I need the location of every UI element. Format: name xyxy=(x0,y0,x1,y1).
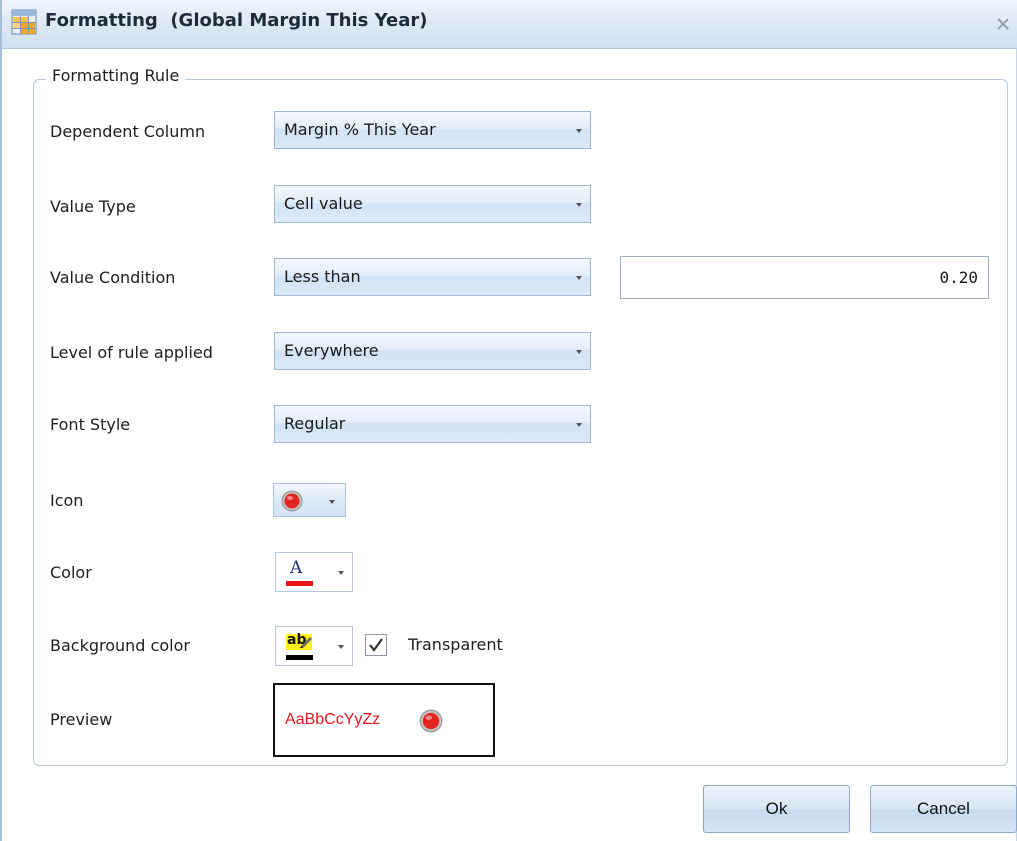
font-color-picker[interactable]: A xyxy=(275,552,353,592)
chevron-down-icon xyxy=(576,129,582,133)
formatting-dialog: Formatting (Global Margin This Year) For… xyxy=(0,0,1017,841)
dropdown-value: Cell value xyxy=(284,194,363,213)
table-format-icon xyxy=(11,9,37,35)
color-label: Color xyxy=(50,563,92,582)
transparent-checkbox[interactable] xyxy=(365,634,387,656)
background-color-swatch xyxy=(286,655,313,660)
checkmark-icon xyxy=(369,638,383,652)
font-style-label: Font Style xyxy=(50,415,131,434)
background-color-picker[interactable]: ab xyxy=(275,626,353,666)
background-color-label: Background color xyxy=(50,636,190,655)
font-color-glyph: A xyxy=(290,558,303,578)
title-bar[interactable]: Formatting (Global Margin This Year) xyxy=(2,0,1017,49)
ok-button[interactable]: Ok xyxy=(703,785,850,833)
preview-sample-text: AaBbCcYyZz xyxy=(285,711,381,728)
close-icon[interactable] xyxy=(993,14,1013,34)
level-of-rule-label: Level of rule applied xyxy=(50,343,213,362)
chevron-down-icon xyxy=(576,276,582,280)
icon-label: Icon xyxy=(50,491,84,510)
dropdown-value: Everywhere xyxy=(284,341,379,360)
dialog-title: Formatting (Global Margin This Year) xyxy=(45,10,428,31)
dropdown-value: Regular xyxy=(284,414,346,433)
value-type-dropdown[interactable]: Cell value xyxy=(274,185,591,223)
font-color-swatch xyxy=(286,581,313,586)
preview-label: Preview xyxy=(50,710,113,729)
level-of-rule-dropdown[interactable]: Everywhere xyxy=(274,332,591,370)
chevron-down-icon xyxy=(338,645,344,649)
value-type-label: Value Type xyxy=(50,197,136,216)
condition-value-input[interactable] xyxy=(621,257,988,298)
chevron-down-icon xyxy=(576,203,582,207)
preview-box: AaBbCcYyZz xyxy=(273,683,495,757)
font-style-dropdown[interactable]: Regular xyxy=(274,405,591,443)
chevron-down-icon xyxy=(338,571,344,575)
red-circle-icon xyxy=(419,709,443,733)
pen-icon xyxy=(300,637,312,648)
group-legend: Formatting Rule xyxy=(46,66,186,85)
red-circle-icon xyxy=(281,490,303,512)
cancel-button[interactable]: Cancel xyxy=(870,785,1017,833)
chevron-down-icon xyxy=(576,350,582,354)
condition-value-field[interactable] xyxy=(620,256,989,299)
value-condition-label: Value Condition xyxy=(50,268,176,287)
value-condition-dropdown[interactable]: Less than xyxy=(274,258,591,296)
dependent-column-label: Dependent Column xyxy=(50,122,206,141)
chevron-down-icon xyxy=(329,500,335,504)
dropdown-value: Less than xyxy=(284,267,361,286)
icon-picker-button[interactable] xyxy=(273,483,346,517)
chevron-down-icon xyxy=(576,423,582,427)
dropdown-value: Margin % This Year xyxy=(284,120,436,139)
dependent-column-dropdown[interactable]: Margin % This Year xyxy=(274,111,591,149)
transparent-label: Transparent xyxy=(408,635,503,654)
